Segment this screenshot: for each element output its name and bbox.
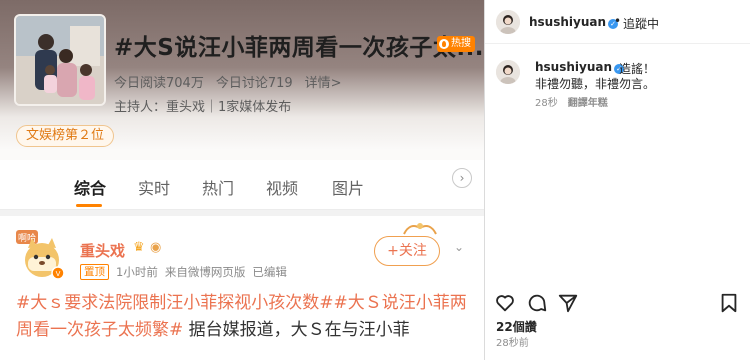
ig-comment-avatar[interactable] (496, 60, 520, 84)
edited-label[interactable]: 已编辑 (252, 264, 287, 280)
flame-icon (439, 39, 449, 49)
topic-cover-image[interactable] (14, 14, 106, 106)
topic-host[interactable]: 主持人：重头戏｜1家媒体发布 (114, 96, 291, 115)
caption-time[interactable]: 28秒 (535, 94, 558, 109)
topic-title[interactable]: #大S说汪小菲两周看一次孩子太... (114, 28, 484, 62)
caption-meta: 28秒 翻譯年糕 (535, 94, 608, 109)
ig-caption-username[interactable]: hsushiyuan ✓ (535, 60, 625, 74)
active-tab-indicator (76, 204, 102, 207)
tab-comprehensive[interactable]: 综合 (74, 175, 106, 199)
discuss-count: 今日讨论719 (215, 76, 293, 91)
following-button[interactable]: 追蹤中 (623, 15, 659, 32)
post-time[interactable]: 1小时前 (116, 264, 158, 280)
hot-search-badge: 热搜 (437, 36, 475, 52)
topic-stats: 今日阅读704万 今日讨论719 详情> (114, 72, 342, 91)
ig-header-username-text[interactable]: hsushiyuan (529, 15, 606, 29)
post-meta: 置顶 1小时前 来自微博网页版 已编辑 (80, 264, 287, 280)
author-name[interactable]: 重头戏 (80, 240, 125, 261)
translate-link[interactable]: 翻譯年糕 (568, 94, 608, 109)
tab-hot[interactable]: 热门 (202, 175, 234, 199)
weibo-topic-panel: #大S说汪小菲两周看一次孩子太... 热搜 今日阅读704万 今日讨论719 详… (0, 0, 484, 360)
tab-video[interactable]: 视频 (266, 175, 298, 199)
follow-button[interactable]: +关注 (374, 236, 440, 266)
details-link[interactable]: 详情> (305, 72, 342, 91)
pancake-icon: ◉ (150, 240, 162, 255)
post-text: #大ｓ要求法院限制汪小菲探视小孩次数##大Ｓ说汪小菲两周看一次孩子太频繁# 据台… (16, 290, 476, 344)
comment-icon[interactable] (526, 292, 548, 314)
ig-caption-username-text[interactable]: hsushiyuan (535, 60, 612, 74)
post-source: 来自微博网页版 (164, 265, 246, 279)
post-timestamp[interactable]: 28秒前 (496, 334, 529, 349)
follow-decoration-icon (403, 223, 437, 235)
read-count: 今日阅读704万 (114, 76, 204, 91)
chevron-right-icon[interactable]: › (452, 168, 472, 188)
pinned-badge: 置顶 (80, 264, 109, 280)
caption-line-2: 非禮勿聽，非禮勿言。 (535, 77, 656, 91)
heart-icon[interactable] (494, 292, 516, 314)
post-body: 据台媒报道，大Ｓ在与汪小菲 (183, 320, 410, 340)
ig-header-username[interactable]: hsushiyuan ✓ (529, 15, 619, 29)
weibo-post: 啊哈 V 重头戏 ♛ ◉ 置顶 1小时前 来自微博网页版 已编辑 +关注 ⌄ #… (0, 216, 484, 360)
bookmark-icon[interactable] (718, 292, 740, 314)
share-icon[interactable] (557, 292, 579, 314)
topic-header-card (0, 150, 484, 160)
like-count[interactable]: 22個讚 (496, 318, 537, 335)
separator-dot: • (614, 14, 622, 28)
ig-action-bar (485, 288, 750, 316)
ig-header: hsushiyuan ✓ • 追蹤中 (485, 0, 750, 44)
tab-pictures[interactable]: 图片 (332, 175, 364, 199)
hot-badge-label: 热搜 (451, 38, 471, 49)
tab-realtime[interactable]: 实时 (138, 175, 170, 199)
instagram-post-panel: hsushiyuan ✓ • 追蹤中 hsushiyuan ✓ 造謠！ 非禮勿聽，非… (484, 0, 750, 360)
author-avatar[interactable]: 啊哈 V (16, 230, 66, 280)
svg-text:V: V (56, 270, 61, 278)
crown-icon: ♛ (133, 240, 145, 255)
chevron-down-icon[interactable]: ⌄ (454, 240, 464, 254)
ig-avatar[interactable] (496, 10, 520, 34)
hashtag-link[interactable]: #大ｓ要求法院限制汪小菲探视小孩次数# (16, 293, 334, 313)
topic-tabs: 综合 实时 热门 视频 图片 (0, 160, 484, 210)
rank-tag[interactable]: 文娱榜第２位 (16, 125, 115, 147)
